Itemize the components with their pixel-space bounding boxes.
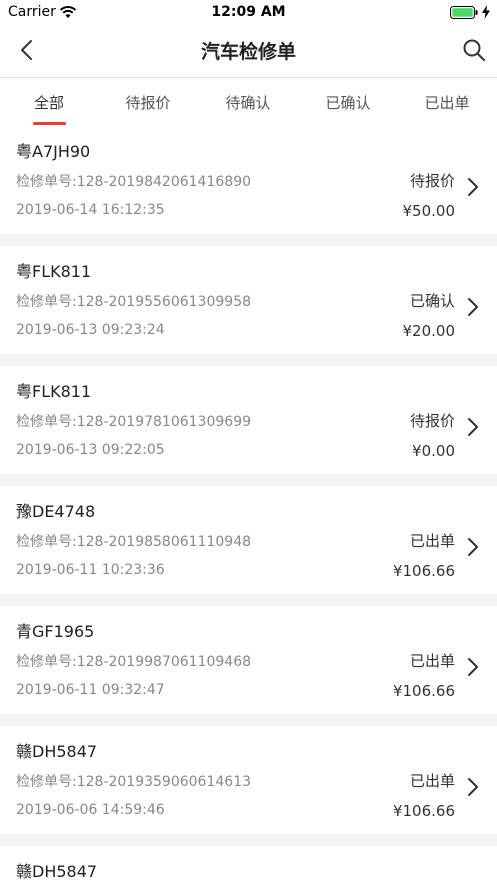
status-bar: Carrier 12:09 AM bbox=[0, 0, 497, 24]
active-tab-indicator bbox=[33, 122, 66, 125]
license-plate: 粤FLK811 bbox=[16, 262, 92, 281]
order-date: 2019-06-11 09:32:47 bbox=[16, 682, 165, 698]
tab-issued[interactable]: 已出单 bbox=[402, 92, 492, 113]
license-plate: 青GF1965 bbox=[16, 622, 95, 641]
order-card[interactable]: 青GF1965 检修单号:128-2019987061109468 2019-0… bbox=[0, 606, 497, 714]
order-status: 已出单 bbox=[409, 772, 455, 790]
order-price: ¥106.66 bbox=[392, 802, 455, 820]
chevron-right-icon bbox=[468, 178, 478, 196]
tab-pending-quote[interactable]: 待报价 bbox=[103, 92, 193, 113]
license-plate: 粤FLK811 bbox=[16, 382, 92, 401]
order-status: 已出单 bbox=[409, 532, 455, 550]
order-date: 2019-06-13 09:22:05 bbox=[16, 442, 165, 458]
order-price: ¥20.00 bbox=[402, 322, 456, 340]
battery-icon bbox=[450, 6, 478, 19]
tab-all[interactable]: 全部 bbox=[4, 92, 94, 113]
order-date: 2019-06-11 10:23:36 bbox=[16, 562, 165, 578]
order-card[interactable]: 粤A7JH90 检修单号:128-2019842061416890 2019-0… bbox=[0, 126, 497, 234]
order-price: ¥50.00 bbox=[402, 202, 456, 220]
license-plate: 赣DH5847 bbox=[16, 862, 98, 881]
order-number: 检修单号:128-2019359060614613 bbox=[16, 774, 252, 790]
order-date: 2019-06-06 14:59:46 bbox=[16, 802, 165, 818]
chevron-right-icon bbox=[468, 298, 478, 316]
order-price: ¥106.66 bbox=[392, 562, 455, 580]
chevron-right-icon bbox=[468, 538, 478, 556]
tab-confirmed[interactable]: 已确认 bbox=[303, 92, 393, 113]
order-price: ¥106.66 bbox=[392, 682, 455, 700]
order-card[interactable]: 赣DH5847 bbox=[0, 846, 497, 883]
navigation-bar: 汽车检修单 bbox=[0, 24, 497, 78]
chevron-right-icon bbox=[468, 658, 478, 676]
order-price: ¥0.00 bbox=[412, 442, 455, 460]
order-status: 已出单 bbox=[409, 652, 455, 670]
search-icon[interactable] bbox=[462, 38, 486, 62]
order-number: 检修单号:128-2019781061309699 bbox=[16, 414, 252, 430]
status-filter-tabs: 全部 待报价 待确认 已确认 已出单 bbox=[0, 78, 497, 126]
order-number: 检修单号:128-2019858061110948 bbox=[16, 534, 252, 550]
order-number: 检修单号:128-2019556061309958 bbox=[16, 294, 252, 310]
order-card[interactable]: 豫DE4748 检修单号:128-2019858061110948 2019-0… bbox=[0, 486, 497, 594]
charging-icon bbox=[482, 5, 490, 19]
chevron-right-icon bbox=[468, 418, 478, 436]
order-number: 检修单号:128-2019842061416890 bbox=[16, 174, 252, 190]
order-number: 检修单号:128-2019987061109468 bbox=[16, 654, 252, 670]
order-status: 待报价 bbox=[409, 412, 455, 430]
order-date: 2019-06-14 16:12:35 bbox=[16, 202, 165, 218]
chevron-right-icon bbox=[468, 778, 478, 796]
page-title: 汽车检修单 bbox=[200, 41, 296, 63]
tab-pending-confirm[interactable]: 待确认 bbox=[203, 92, 293, 113]
license-plate: 粤A7JH90 bbox=[16, 142, 91, 161]
order-card[interactable]: 粤FLK811 检修单号:128-2019781061309699 2019-0… bbox=[0, 366, 497, 474]
order-date: 2019-06-13 09:23:24 bbox=[16, 322, 165, 338]
order-status: 已确认 bbox=[409, 292, 455, 310]
order-card[interactable]: 粤FLK811 检修单号:128-2019556061309958 2019-0… bbox=[0, 246, 497, 354]
clock: 12:09 AM bbox=[211, 4, 286, 20]
license-plate: 赣DH5847 bbox=[16, 742, 98, 761]
license-plate: 豫DE4748 bbox=[16, 502, 96, 521]
order-card[interactable]: 赣DH5847 检修单号:128-2019359060614613 2019-0… bbox=[0, 726, 497, 834]
order-status: 待报价 bbox=[409, 172, 455, 190]
